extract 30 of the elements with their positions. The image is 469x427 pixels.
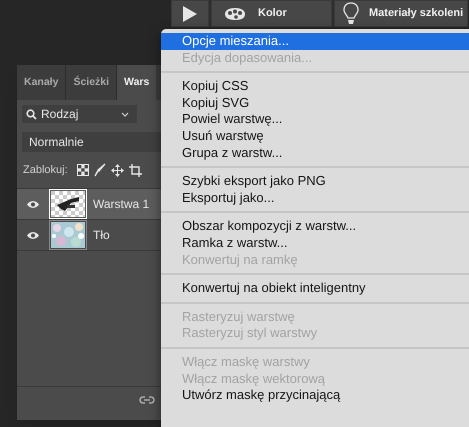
lock-label: Zablokuj: bbox=[23, 162, 68, 178]
checkerboard-icon[interactable] bbox=[76, 164, 89, 176]
link-icon[interactable] bbox=[139, 396, 155, 404]
lightbulb-icon bbox=[343, 2, 359, 26]
play-button[interactable] bbox=[171, 0, 209, 27]
filter-value: Rodzaj bbox=[41, 106, 80, 123]
menu-item[interactable]: Usuń warstwę bbox=[161, 128, 469, 145]
menu-item[interactable]: Kopiuj SVG bbox=[161, 94, 469, 112]
menu-item[interactable]: Kopiuj CSS bbox=[161, 78, 469, 95]
panel-button[interactable]: Kolor bbox=[211, 0, 332, 27]
menu-item[interactable]: Konwertuj na obiekt inteligentny bbox=[161, 280, 469, 297]
panel-button[interactable]: Materiały szkoleni bbox=[334, 0, 468, 27]
menu-item[interactable]: Powiel warstwę... bbox=[161, 111, 469, 128]
menu-item[interactable]: Szybki eksport jako PNG bbox=[161, 173, 469, 190]
crop-icon[interactable] bbox=[128, 164, 142, 176]
palette-icon bbox=[224, 6, 246, 20]
menu-item[interactable]: Grupa z warstw... bbox=[161, 144, 469, 162]
search-icon bbox=[26, 108, 37, 120]
menu-item[interactable]: Opcje mieszania... bbox=[161, 33, 469, 50]
filter-dropdown[interactable]: Rodzaj bbox=[22, 105, 137, 123]
layer-name: Warstwa 1 bbox=[93, 196, 150, 213]
eye-icon[interactable] bbox=[26, 200, 40, 208]
play-icon bbox=[182, 4, 198, 22]
brush-icon[interactable] bbox=[94, 163, 106, 177]
eye-icon[interactable] bbox=[26, 230, 40, 240]
panel-tab[interactable]: Wars bbox=[117, 65, 156, 100]
menu-item[interactable]: Utwórz maskę przycinającą bbox=[161, 387, 469, 404]
chevron-icon bbox=[121, 112, 129, 116]
layer-name: Tło bbox=[93, 227, 110, 244]
move-icon[interactable] bbox=[110, 164, 124, 176]
